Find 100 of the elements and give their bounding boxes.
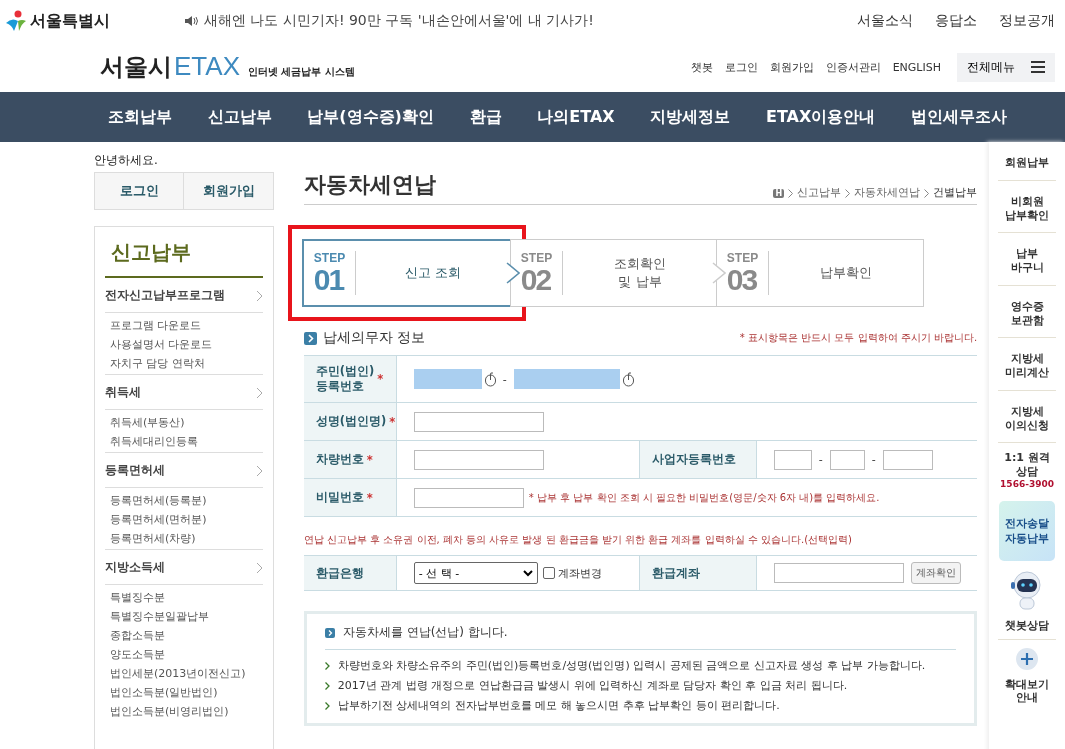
checkbox[interactable] xyxy=(542,567,555,579)
top-link[interactable]: 서울소식 xyxy=(857,12,913,30)
input-field[interactable] xyxy=(829,449,865,470)
nav-item[interactable]: 나의ETAX xyxy=(537,106,615,128)
sidebar-item[interactable]: 법인소득분(일반법인) xyxy=(110,685,218,700)
sidebar-item[interactable]: 등록면허세(면허분) xyxy=(110,512,207,527)
breadcrumb-link[interactable]: 건별납부 xyxy=(933,186,978,200)
notice-link[interactable]: 새해엔 나도 시민기자! 90만 구독 '내손안에서울'에 내 기사가! xyxy=(204,12,594,30)
required-note: * 표시항목은 반드시 모두 입력하여 주시기 바랍니다. xyxy=(739,331,978,345)
nav-item[interactable]: 환급 xyxy=(469,106,502,128)
sidebar-button[interactable]: 로그인 xyxy=(94,172,185,210)
input-field[interactable] xyxy=(413,369,482,389)
input-field[interactable] xyxy=(413,449,544,470)
quick-menu-item[interactable]: 지방세 미리계산 xyxy=(998,338,1057,391)
promo-button[interactable]: 전자송달 자동납부 xyxy=(999,500,1056,561)
separator-text: - xyxy=(818,453,823,466)
top-link[interactable]: 응답소 xyxy=(935,12,977,30)
bank-select[interactable]: - 선 택 - xyxy=(413,562,538,584)
sidebar-item[interactable]: 취득세대리인등록 xyxy=(110,434,198,449)
separator-text: - xyxy=(871,453,876,466)
field-label: 차량번호 * xyxy=(303,441,397,478)
header-link[interactable]: 챗봇 xyxy=(690,59,713,75)
sidebar-item[interactable]: 특별징수분 xyxy=(110,590,165,605)
sidebar-item[interactable]: 특별징수분일괄납부 xyxy=(110,609,209,624)
header-link[interactable]: ENGLISH xyxy=(892,60,941,74)
chevron-icon xyxy=(324,681,330,690)
nav-item[interactable]: 법인세무조사 xyxy=(911,106,1008,128)
phone-number: 1566-3900 xyxy=(1000,478,1054,491)
input-field[interactable] xyxy=(513,369,620,389)
step-number: 01 xyxy=(313,265,345,295)
step-label: STEP xyxy=(313,251,346,265)
quick-menu-item[interactable]: 지방세 이의신청 xyxy=(998,390,1057,444)
site-logo-text[interactable]: 서울시 xyxy=(100,51,172,83)
chevron-icon xyxy=(845,188,851,198)
chevron-icon xyxy=(255,561,263,574)
step-label: STEP xyxy=(520,251,553,265)
sidebar-group[interactable]: 지방소득세 xyxy=(105,550,263,585)
sidebar-button[interactable]: 회원가입 xyxy=(184,172,274,210)
info-title: 자동차세를 연납(선납) 합니다. xyxy=(342,624,508,641)
sidebar-item[interactable]: 등록면허세(등록분) xyxy=(110,493,207,508)
field-label: 사업자등록번호 xyxy=(639,441,757,478)
nav-item[interactable]: 지방세정보 xyxy=(650,106,731,128)
input-field[interactable] xyxy=(413,411,544,432)
section-bullet-icon xyxy=(324,627,335,638)
step-number: 02 xyxy=(520,265,552,295)
chevron-icon xyxy=(788,188,794,198)
field-label: 비밀번호 * xyxy=(303,479,397,516)
sidebar-group[interactable]: 취득세 xyxy=(105,375,263,410)
sidebar-group[interactable]: 전자신고납부프로그램 xyxy=(105,278,263,313)
sidebar-item[interactable]: 양도소득분 xyxy=(110,647,165,662)
greeting-text: 안녕하세요. xyxy=(94,152,159,169)
step-number: 03 xyxy=(726,265,758,295)
sidebar-item[interactable]: 법인소득분(비영리법인) xyxy=(110,704,229,719)
header-link[interactable]: 회원가입 xyxy=(769,59,814,75)
city-logo-icon xyxy=(4,9,28,33)
header-link[interactable]: 로그인 xyxy=(724,59,758,75)
sidebar-item[interactable]: 사용설명서 다운로드 xyxy=(110,337,213,352)
home-link[interactable]: H xyxy=(773,188,785,198)
speaker-icon xyxy=(184,15,198,27)
breadcrumb-link[interactable]: 자동차세연납 xyxy=(854,186,921,200)
quick-menu-item[interactable]: 비회원 납부확인 xyxy=(998,180,1057,234)
quick-menu-item[interactable]: 1:1 원격 상담 xyxy=(998,443,1057,479)
account-check-button[interactable]: 계좌확인 xyxy=(910,562,961,584)
plus-icon xyxy=(1016,647,1039,670)
refund-note: 연납 신고납부 후 소유권 이전, 폐차 등의 사유로 발생 된 환급금을 받기 위한 환급 계좌를 입력하실 수 있습니다.(선택입력) xyxy=(303,533,853,547)
top-link[interactable]: 정보공개 xyxy=(999,12,1055,30)
info-text: 납부하기전 상세내역의 전자납부번호를 메모 해 놓으시면 추후 납부확인 등이 편리합니다. xyxy=(337,698,780,713)
nav-item[interactable]: ETAX이용안내 xyxy=(766,106,876,128)
quick-menu-item[interactable]: 영수증 보관함 xyxy=(998,285,1057,339)
page-title: 자동차세연납 xyxy=(303,171,436,199)
checkbox-label[interactable]: 계좌변경 xyxy=(557,565,602,581)
quick-menu-item[interactable]: 납부 바구니 xyxy=(998,233,1057,286)
sidebar-item[interactable]: 종합소득분 xyxy=(110,628,165,643)
sidebar-item[interactable]: 자치구 담당 연락처 xyxy=(110,356,205,371)
sidebar-item[interactable]: 등록면허세(차량) xyxy=(110,531,196,546)
nav-item[interactable]: 납부(영수증)확인 xyxy=(307,106,434,128)
sidebar-group[interactable]: 등록면허세 xyxy=(105,453,263,488)
quick-menu-item[interactable]: 회원납부 xyxy=(998,142,1057,181)
step-text: 납부확인 xyxy=(819,264,873,282)
input-field[interactable] xyxy=(882,449,933,470)
breadcrumb-link[interactable]: 신고납부 xyxy=(797,186,842,200)
input-field[interactable] xyxy=(773,449,812,470)
site-logo-brand[interactable]: ETAX xyxy=(174,51,240,82)
nav-item[interactable]: 조회납부 xyxy=(107,106,172,128)
input-field[interactable] xyxy=(413,487,524,508)
nav-item[interactable]: 신고납부 xyxy=(207,106,272,128)
all-menu-button[interactable]: 전체메뉴 xyxy=(957,52,1055,82)
chevron-icon xyxy=(324,661,330,670)
info-text: 2017년 관계 법령 개정으로 연납환급금 발생시 위에 입력하신 계좌로 담당자 확인 후 입금 처리 됩니다. xyxy=(337,678,848,693)
sidebar-item[interactable]: 법인세분(2013년이전신고) xyxy=(110,666,246,681)
city-logo-text[interactable]: 서울특별시 xyxy=(30,10,110,32)
sidebar-title: 신고납부 xyxy=(105,227,263,278)
sidebar-item[interactable]: 취득세(부동산) xyxy=(110,415,185,430)
input-field[interactable] xyxy=(773,563,904,583)
sidebar-item[interactable]: 프로그램 다운로드 xyxy=(110,318,202,333)
header-link[interactable]: 인증서관리 xyxy=(825,59,881,75)
section-title: 납세의무자 정보 xyxy=(322,329,426,347)
quick-menu-item[interactable]: 확대보기 안내 xyxy=(998,669,1057,705)
quick-menu-item[interactable]: 챗봇상담 xyxy=(998,610,1057,633)
chevron-icon xyxy=(255,289,263,302)
